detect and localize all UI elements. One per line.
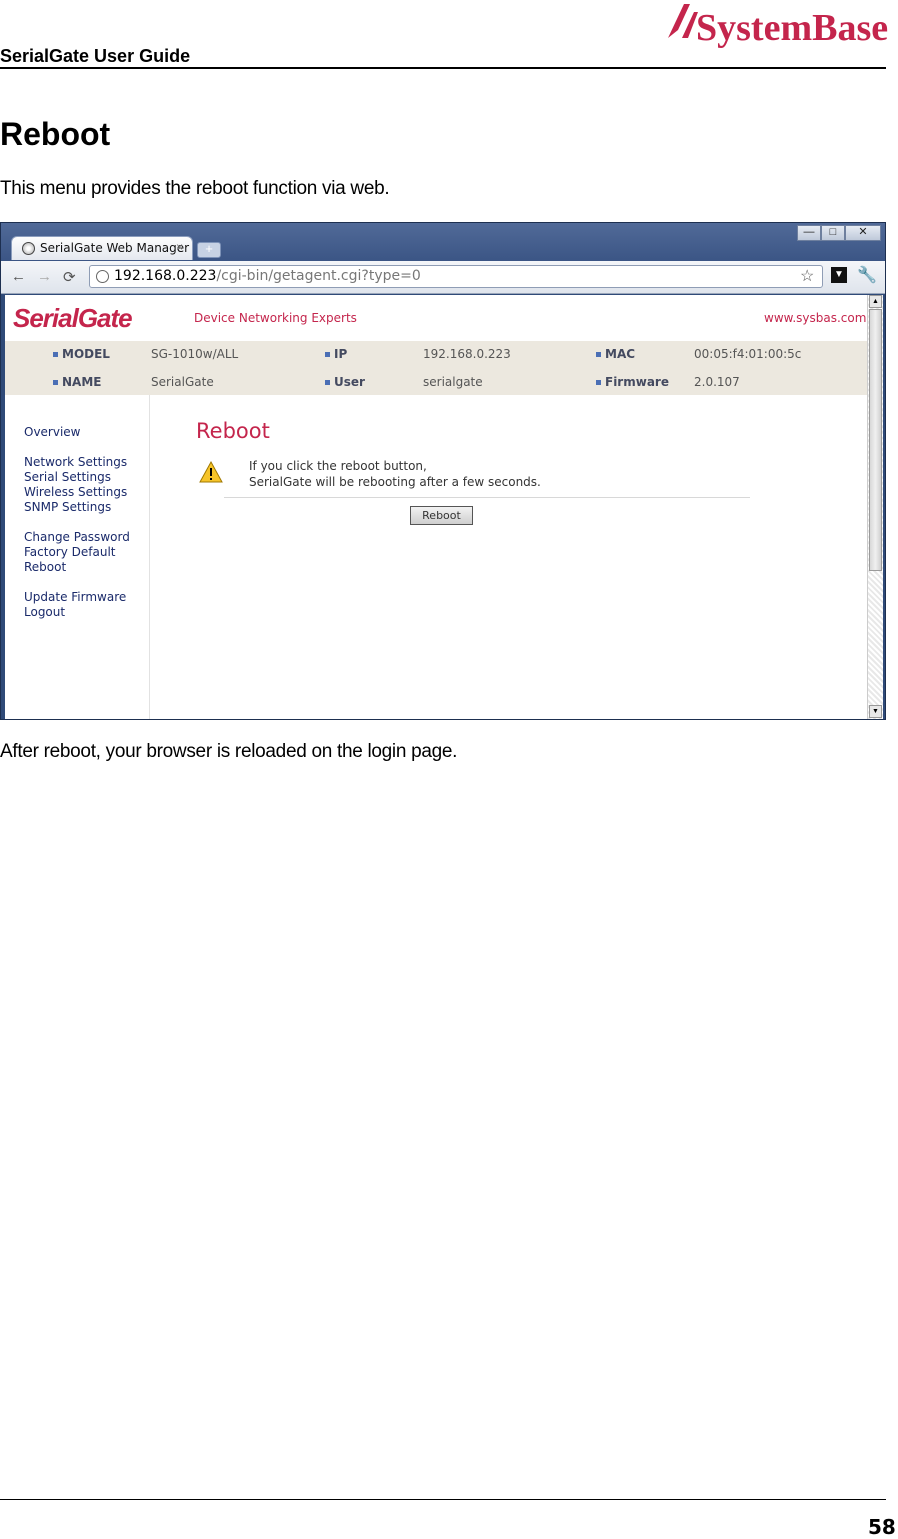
scroll-thumb[interactable] [869, 309, 882, 571]
globe-icon [96, 270, 109, 283]
maximize-button[interactable]: □ [821, 225, 845, 241]
info-value-user: serialgate [423, 375, 483, 389]
browser-window: SerialGate Web Manager × + — □ ✕ ← → ⟳ 1… [0, 222, 886, 720]
browser-titlebar: SerialGate Web Manager × + — □ ✕ [1, 223, 885, 261]
star-icon[interactable]: ☆ [800, 266, 814, 286]
page-number: 58 [868, 1515, 896, 1539]
intro-paragraph: This menu provides the reboot function v… [0, 178, 390, 199]
footer-rule [0, 1499, 886, 1500]
section-heading: Reboot [0, 116, 111, 152]
url-text: 192.168.0.223/cgi-bin/getagent.cgi?type=… [114, 268, 421, 284]
web-page: SerialGate Device Networking Experts www… [5, 295, 867, 719]
info-value-model: SG-1010w/ALL [151, 347, 239, 361]
sidebar-item-factory-default[interactable]: Factory Default [24, 545, 116, 559]
reboot-button[interactable]: Reboot [410, 506, 473, 525]
scroll-down-arrow-icon[interactable]: ▼ [869, 705, 882, 718]
info-label-mac: MAC [596, 347, 635, 361]
sidebar-item-snmp-settings[interactable]: SNMP Settings [24, 500, 111, 514]
vertical-scrollbar[interactable]: ▲ ▼ [867, 295, 883, 719]
wrench-icon[interactable]: 🔧 [857, 265, 877, 285]
sidebar-item-serial-settings[interactable]: Serial Settings [24, 470, 111, 484]
outro-paragraph: After reboot, your browser is reloaded o… [0, 741, 458, 762]
url-host: 192.168.0.223 [114, 268, 217, 284]
info-label-name: NAME [53, 375, 101, 389]
sidebar-item-wireless-settings[interactable]: Wireless Settings [24, 485, 127, 499]
tab-title: SerialGate Web Manager [40, 241, 190, 255]
info-label-ip: IP [325, 347, 347, 361]
new-tab-button[interactable]: + [197, 242, 221, 258]
info-value-name: SerialGate [151, 375, 214, 389]
sidebar-item-reboot[interactable]: Reboot [24, 560, 66, 574]
scroll-up-arrow-icon[interactable]: ▲ [869, 295, 882, 308]
globe-icon [22, 242, 35, 255]
forward-icon[interactable]: → [37, 268, 52, 285]
info-label-firmware: Firmware [596, 375, 669, 389]
systembase-logo: SystemBase [668, 4, 888, 49]
info-value-ip: 192.168.0.223 [423, 347, 511, 361]
close-icon[interactable]: × [176, 240, 183, 254]
minimize-button[interactable]: — [797, 225, 821, 241]
tagline: Device Networking Experts [194, 311, 357, 325]
info-value-firmware: 2.0.107 [694, 375, 740, 389]
reload-icon[interactable]: ⟳ [63, 268, 76, 286]
warning-icon [199, 460, 223, 483]
info-label-model: MODEL [53, 347, 110, 361]
logo-text: SystemBase [696, 7, 888, 49]
serialgate-logo: SerialGate [13, 303, 133, 333]
browser-tab[interactable]: SerialGate Web Manager × [11, 236, 193, 260]
device-info-panel: MODEL SG-1010w/ALL IP 192.168.0.223 MAC … [5, 341, 867, 395]
reboot-message-line1: If you click the reboot button, [249, 459, 427, 473]
back-icon[interactable]: ← [11, 268, 26, 285]
reboot-message-line2: SerialGate will be rebooting after a few… [249, 475, 541, 489]
window-close-button[interactable]: ✕ [845, 225, 881, 241]
website-link[interactable]: www.sysbas.com [764, 311, 866, 325]
address-bar[interactable]: 192.168.0.223/cgi-bin/getagent.cgi?type=… [89, 265, 823, 288]
page-menu-icon[interactable]: ▼ [831, 267, 847, 283]
sidebar-menu: Overview Network Settings Serial Setting… [5, 395, 150, 719]
sidebar-item-logout[interactable]: Logout [24, 605, 65, 619]
info-value-mac: 00:05:f4:01:00:5c [694, 347, 802, 361]
sidebar-item-overview[interactable]: Overview [24, 425, 81, 439]
content-divider [224, 497, 750, 498]
sidebar-item-network-settings[interactable]: Network Settings [24, 455, 127, 469]
sidebar-item-update-firmware[interactable]: Update Firmware [24, 590, 126, 604]
content-title: Reboot [196, 419, 270, 443]
browser-toolbar: ← → ⟳ 192.168.0.223/cgi-bin/getagent.cgi… [1, 261, 885, 294]
info-label-user: User [325, 375, 365, 389]
document-title: SerialGate User Guide [0, 46, 191, 66]
header-rule [0, 67, 886, 69]
url-path: /cgi-bin/getagent.cgi?type=0 [216, 268, 421, 284]
sidebar-item-change-password[interactable]: Change Password [24, 530, 130, 544]
